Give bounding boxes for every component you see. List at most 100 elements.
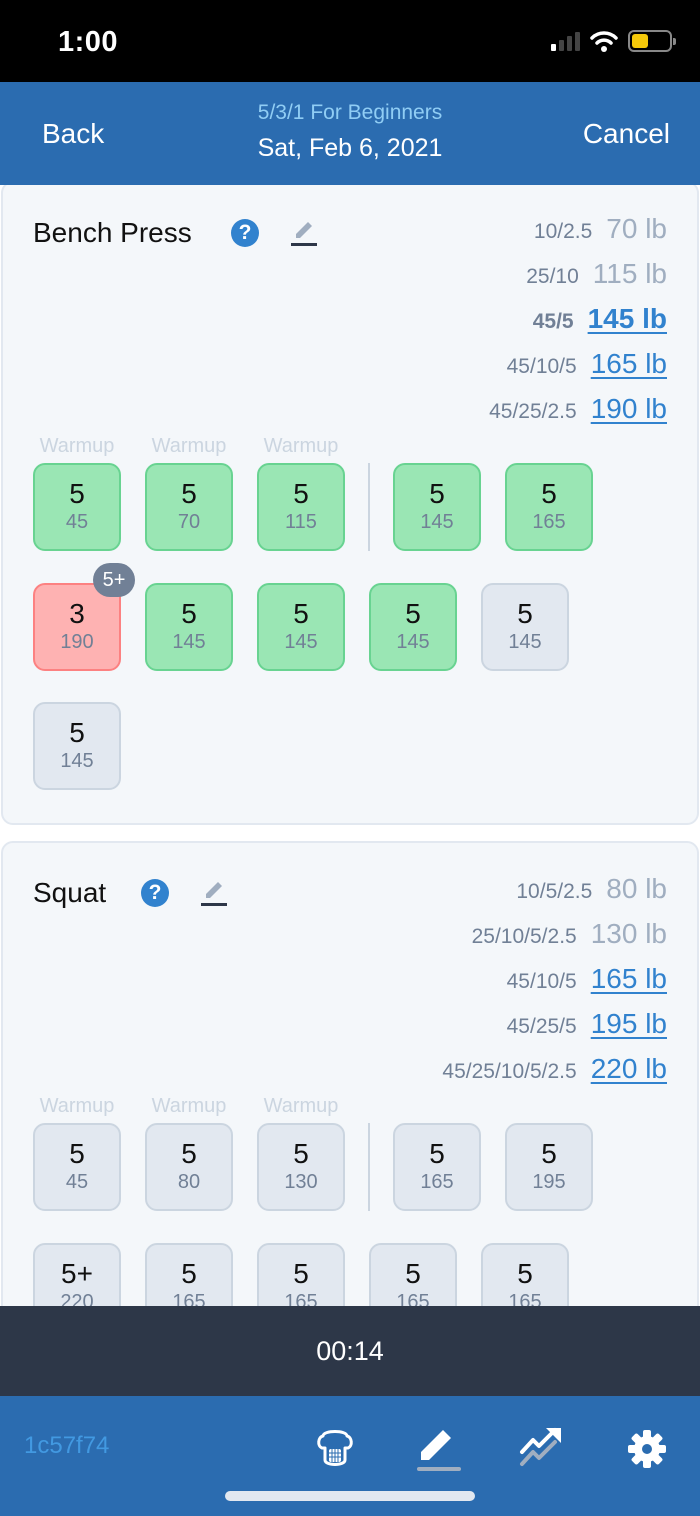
edit-icon[interactable] — [199, 877, 229, 907]
set-weight: 145 — [396, 631, 430, 653]
help-icon[interactable]: ? — [231, 219, 259, 247]
set-button[interactable]: 5 45 — [33, 463, 121, 551]
set-weight: 165 — [172, 1291, 206, 1306]
gear-icon[interactable] — [622, 1424, 672, 1474]
set-reps: 5 — [541, 1138, 557, 1169]
set-button[interactable]: 5+ 220 — [33, 1243, 121, 1306]
set-weight: 145 — [60, 750, 94, 772]
set-button[interactable]: 5 130 — [257, 1123, 345, 1211]
set-button[interactable]: 5 145 — [481, 583, 569, 671]
plate-weight-link[interactable]: 195 lb — [591, 1008, 667, 1040]
battery-icon — [628, 30, 676, 52]
set-reps: 5 — [517, 1258, 533, 1289]
cancel-button[interactable]: Cancel — [583, 118, 670, 150]
set-weight: 165 — [396, 1291, 430, 1306]
set-weight: 195 — [532, 1171, 566, 1193]
set-button[interactable]: 3 190 5+ — [33, 563, 135, 671]
progress-chart-icon[interactable] — [517, 1424, 567, 1474]
home-indicator[interactable] — [225, 1491, 475, 1501]
set-button[interactable]: 5 70 — [145, 463, 233, 551]
set-reps: 5 — [181, 598, 197, 629]
set-weight: 165 — [508, 1291, 542, 1306]
status-bar: 1:00 — [0, 0, 700, 82]
plate-combo: 45/10/5 — [506, 355, 577, 378]
workout-content[interactable]: Bench Press ? 10/2.5 70 lb 25/10 115 lb … — [0, 185, 700, 1306]
exercise-card-squat: Squat ? 10/5/2.5 80 lb 25/10/5/2.5 130 l… — [1, 841, 699, 1306]
set-button[interactable]: 5 165 — [369, 1243, 457, 1306]
warmup-label: Warmup — [263, 1095, 339, 1117]
set-button[interactable]: 5 165 — [505, 463, 593, 551]
plate-row: 45/10/5 165 lb — [442, 963, 667, 1008]
edit-icon[interactable] — [289, 217, 319, 247]
exercise-card-bench-press: Bench Press ? 10/2.5 70 lb 25/10 115 lb … — [1, 185, 699, 825]
target-reps-badge: 5+ — [93, 563, 135, 597]
set-weight: 145 — [172, 631, 206, 653]
plate-weight-link[interactable]: 190 lb — [591, 393, 667, 425]
warmup-label: Warmup — [151, 1095, 227, 1117]
set-reps: 5 — [517, 598, 533, 629]
status-icons — [551, 30, 676, 52]
set-weight: 165 — [532, 511, 566, 533]
plate-weight: 130 lb — [590, 918, 667, 949]
set-weight: 145 — [284, 631, 318, 653]
edit-workout-icon[interactable] — [413, 1424, 463, 1474]
plate-combo: 45/25/5 — [506, 1015, 577, 1038]
status-time: 1:00 — [58, 26, 119, 58]
set-button[interactable]: 5 80 — [145, 1123, 233, 1211]
plate-weight: 70 lb — [606, 213, 667, 244]
warmup-divider — [368, 1123, 370, 1211]
plate-combo: 25/10 — [526, 265, 579, 288]
plate-weight-link[interactable]: 145 lb — [588, 303, 667, 335]
set-weight: 70 — [177, 511, 201, 533]
set-reps: 5 — [181, 478, 197, 509]
plate-row: 10/5/2.5 80 lb — [442, 873, 667, 918]
set-reps: 5 — [181, 1138, 197, 1169]
set-weight: 45 — [65, 511, 89, 533]
plate-row: 25/10 115 lb — [489, 258, 667, 303]
nav-bar: Back 5/3/1 For Beginners Sat, Feb 6, 202… — [0, 82, 700, 185]
plate-row: 10/2.5 70 lb — [489, 213, 667, 258]
set-reps: 5 — [405, 598, 421, 629]
set-weight: 45 — [65, 1171, 89, 1193]
set-weight: 220 — [60, 1291, 94, 1306]
plate-row: 25/10/5/2.5 130 lb — [442, 918, 667, 963]
muscle-icon[interactable] — [310, 1424, 360, 1474]
warmup-divider — [368, 463, 370, 551]
help-icon[interactable]: ? — [141, 879, 169, 907]
warmup-label: Warmup — [39, 435, 115, 457]
set-weight: 145 — [508, 631, 542, 653]
set-button[interactable]: 5 145 — [145, 583, 233, 671]
set-button[interactable]: 5 145 — [257, 583, 345, 671]
set-button[interactable]: 5 195 — [505, 1123, 593, 1211]
set-button[interactable]: 5 165 — [145, 1243, 233, 1306]
set-reps: 5 — [69, 717, 85, 748]
set-button[interactable]: 5 115 — [257, 463, 345, 551]
set-button[interactable]: 5 145 — [33, 702, 121, 790]
set-reps: 5 — [293, 478, 309, 509]
version-label: 1c57f74 — [24, 1432, 110, 1459]
set-button[interactable]: 5 165 — [481, 1243, 569, 1306]
plate-combo: 45/5 — [532, 310, 574, 333]
set-button[interactable]: 5 165 — [257, 1243, 345, 1306]
set-weight: 165 — [420, 1171, 454, 1193]
set-button[interactable]: 5 145 — [369, 583, 457, 671]
plate-breakdown: 10/2.5 70 lb 25/10 115 lb 45/5 145 lb 45… — [489, 213, 667, 438]
wifi-icon — [590, 31, 618, 52]
plate-weight: 80 lb — [606, 873, 667, 904]
set-button[interactable]: 5 145 — [393, 463, 481, 551]
set-button[interactable]: 5 165 — [393, 1123, 481, 1211]
rest-timer[interactable]: 00:14 — [0, 1306, 700, 1396]
set-button[interactable]: 5 45 — [33, 1123, 121, 1211]
plate-row: 45/10/5 165 lb — [489, 348, 667, 393]
plate-row: 45/25/5 195 lb — [442, 1008, 667, 1053]
plate-weight-link[interactable]: 165 lb — [591, 348, 667, 380]
plate-weight-link[interactable]: 220 lb — [591, 1053, 667, 1085]
plate-row: 45/5 145 lb — [489, 303, 667, 348]
set-reps: 5 — [69, 1138, 85, 1169]
set-weight: 145 — [420, 511, 454, 533]
signal-icon — [551, 31, 580, 51]
set-reps: 5 — [69, 478, 85, 509]
plate-combo: 10/2.5 — [533, 220, 593, 243]
plate-weight-link[interactable]: 165 lb — [591, 963, 667, 995]
plate-row: 45/25/2.5 190 lb — [489, 393, 667, 438]
